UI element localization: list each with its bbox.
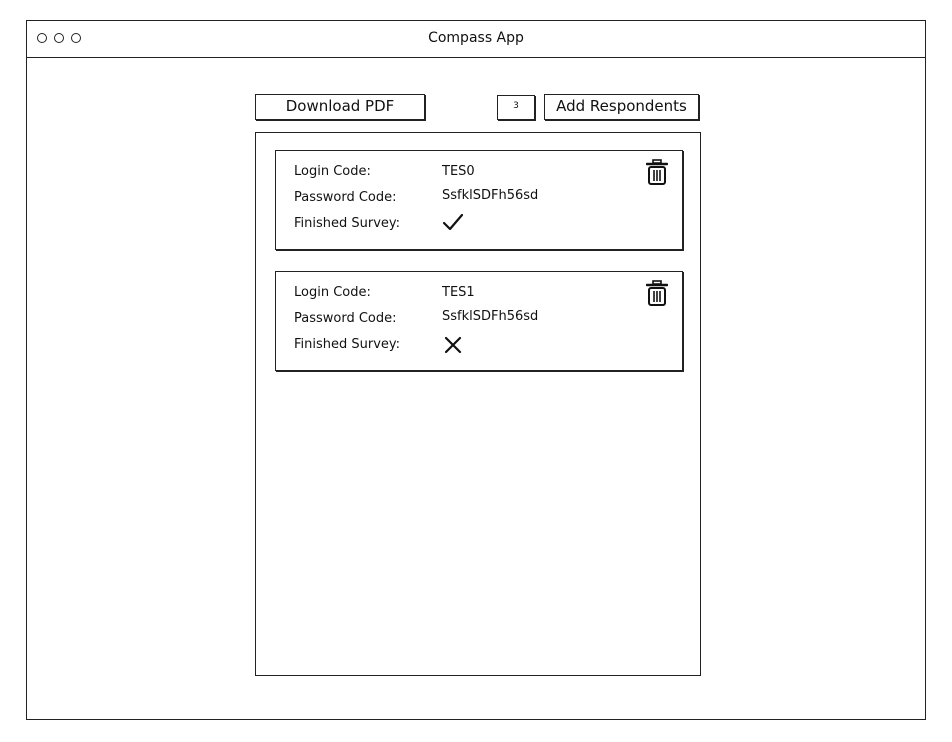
login-code-value: TES1 — [442, 285, 475, 300]
password-code-value: SsfklSDFh56sd — [442, 188, 539, 203]
download-pdf-button[interactable]: Download PDF — [255, 94, 425, 120]
respondent-count-input[interactable]: 3 — [497, 95, 535, 120]
respondent-list: Login Code: TES0 Password Code: SsfklSDF… — [255, 132, 701, 676]
password-code-label: Password Code: — [294, 190, 397, 205]
title-bar: Compass App — [27, 21, 925, 58]
respondent-card: Login Code: TES1 Password Code: SsfklSDF… — [275, 271, 683, 371]
add-respondents-button[interactable]: Add Respondents — [544, 94, 699, 120]
app-window: Compass App Download PDF 3 Add Responden… — [26, 20, 926, 720]
trash-icon[interactable] — [646, 159, 668, 185]
trash-icon[interactable] — [646, 280, 668, 306]
password-code-label: Password Code: — [294, 311, 397, 326]
finished-survey-label: Finished Survey: — [294, 216, 401, 231]
login-code-value: TES0 — [442, 164, 475, 179]
checkmark-icon — [442, 213, 464, 231]
login-code-label: Login Code: — [294, 164, 371, 179]
respondent-card: Login Code: TES0 Password Code: SsfklSDF… — [275, 150, 683, 250]
password-code-value: SsfklSDFh56sd — [442, 309, 539, 324]
finished-survey-label: Finished Survey: — [294, 337, 401, 352]
cross-icon — [444, 336, 462, 354]
login-code-label: Login Code: — [294, 285, 371, 300]
window-title: Compass App — [428, 30, 524, 46]
